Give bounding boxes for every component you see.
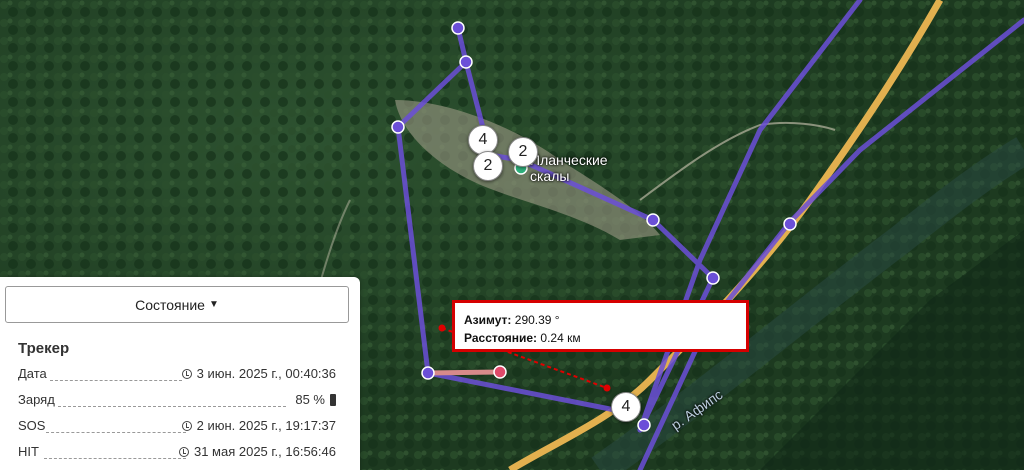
- chevron-down-icon: ▼: [208, 299, 219, 310]
- distance-value: 0.24 км: [540, 331, 581, 345]
- measure-tooltip: Азимут: 290.39 ° Расстояние: 0.24 км: [452, 300, 749, 352]
- row-label: SOS: [18, 418, 46, 433]
- info-row-hit: HIT 31 мая 2025 г., 16:56:46: [18, 444, 336, 466]
- state-button-label: Состояние: [135, 296, 205, 313]
- row-label: Дата: [18, 366, 47, 381]
- row-value: 3 июн. 2025 г., 00:40:36: [196, 366, 336, 381]
- cluster-marker[interactable]: 4: [468, 125, 498, 155]
- cluster-marker[interactable]: 2: [508, 137, 538, 167]
- clock-icon: [181, 368, 192, 379]
- battery-icon: [330, 393, 336, 406]
- clock-icon: [181, 420, 192, 431]
- info-row-date: Дата 3 июн. 2025 г., 00:40:36: [18, 366, 336, 388]
- row-value: 31 мая 2025 г., 16:56:46: [193, 444, 336, 459]
- azimuth-label: Азимут:: [464, 313, 512, 327]
- row-label: HIT: [18, 444, 39, 459]
- clock-icon: [178, 446, 189, 457]
- info-row-charge: Заряд 85 %: [18, 392, 336, 414]
- row-value: 2 июн. 2025 г., 19:17:37: [196, 418, 336, 433]
- place-label: Планческие скалы: [530, 152, 608, 184]
- distance-label: Расстояние:: [464, 331, 538, 345]
- cluster-marker[interactable]: 2: [473, 151, 503, 181]
- section-title: Трекер: [18, 340, 70, 357]
- row-value: 85 %: [295, 392, 325, 407]
- azimuth-value: 290.39 °: [514, 313, 560, 327]
- tracker-panel: Состояние ▼ Трекер Дата 3 июн. 2025 г., …: [0, 277, 360, 470]
- row-label: Заряд: [18, 392, 55, 407]
- state-dropdown-button[interactable]: Состояние ▼: [5, 286, 349, 323]
- cluster-marker[interactable]: 4: [611, 392, 641, 422]
- info-row-sos: SOS 2 июн. 2025 г., 19:17:37: [18, 418, 336, 440]
